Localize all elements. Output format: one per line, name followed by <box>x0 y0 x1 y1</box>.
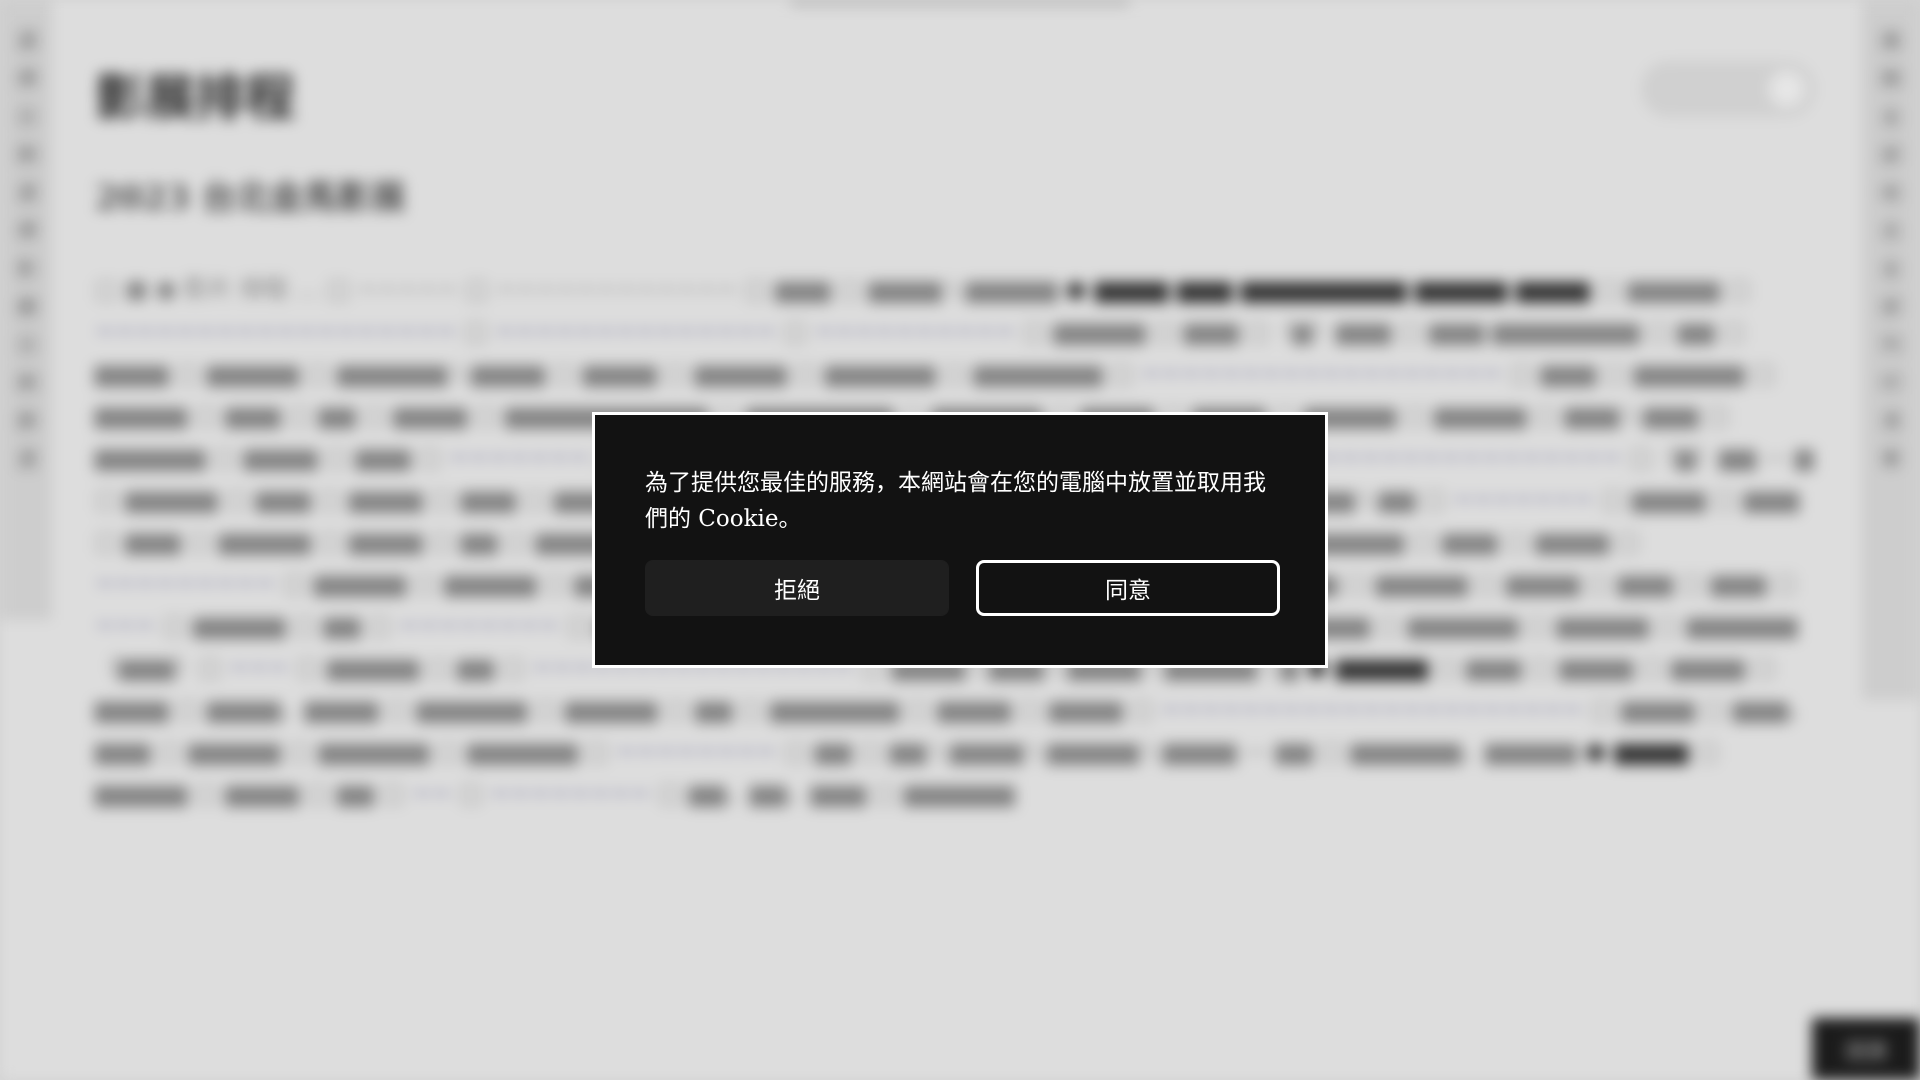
cookie-consent-dialog: 為了提供您最佳的服務，本網站會在您的電腦中放置並取用我們的 Cookie。 拒絕… <box>592 412 1328 668</box>
cookie-consent-message: 為了提供您最佳的服務，本網站會在您的電腦中放置並取用我們的 Cookie。 <box>645 470 1266 532</box>
reject-cookies-button[interactable]: 拒絕 <box>645 560 949 616</box>
accept-cookies-button[interactable]: 同意 <box>976 560 1280 616</box>
